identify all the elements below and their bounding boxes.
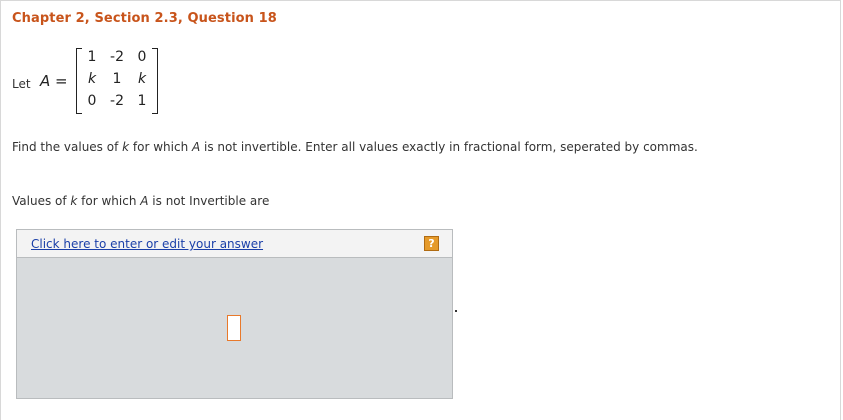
edit-answer-link[interactable]: Click here to enter or edit your answer [31,237,263,251]
matrix-cell: -2 [110,93,124,109]
matrix-cell: k [87,71,97,87]
matrix-cell: 1 [137,93,147,109]
answer-prompt-part: is not Invertible are [148,194,270,208]
question-text-part: is not invertible. Enter all values exac… [200,140,698,154]
answer-panel[interactable]: Click here to enter or edit your answer … [16,229,453,399]
matrix-cell: 1 [112,71,122,87]
let-label: Let [12,77,31,91]
matrix-cell: 1 [87,49,97,65]
matrix-cell: 0 [87,93,97,109]
equals-sign: = [55,72,68,90]
answer-placeholder-icon[interactable] [227,315,241,341]
answer-prompt-part: Values of [12,194,71,208]
question-text-part: for which [129,140,192,154]
page-title: Chapter 2, Section 2.3, Question 18 [12,11,277,26]
matrix-cell: -2 [110,49,124,65]
matrix-name: A [40,72,51,90]
question-variable-a: A [192,140,201,154]
matrix-cell: k [137,71,147,87]
help-icon[interactable]: ? [424,236,439,251]
question-text-part: Find the values of [12,140,123,154]
matrix-equation-label: A = [40,72,68,90]
answer-prompt: Values of k for which A is not Invertibl… [12,194,269,208]
matrix-a: 1 -2 0 k 1 k 0 -2 1 [76,48,158,114]
question-text: Find the values of k for which A is not … [12,140,698,154]
answer-panel-header: Click here to enter or edit your answer … [17,230,452,258]
matrix-cell: 0 [137,49,147,65]
stray-dot [455,310,457,312]
answer-prompt-part: for which [77,194,141,208]
